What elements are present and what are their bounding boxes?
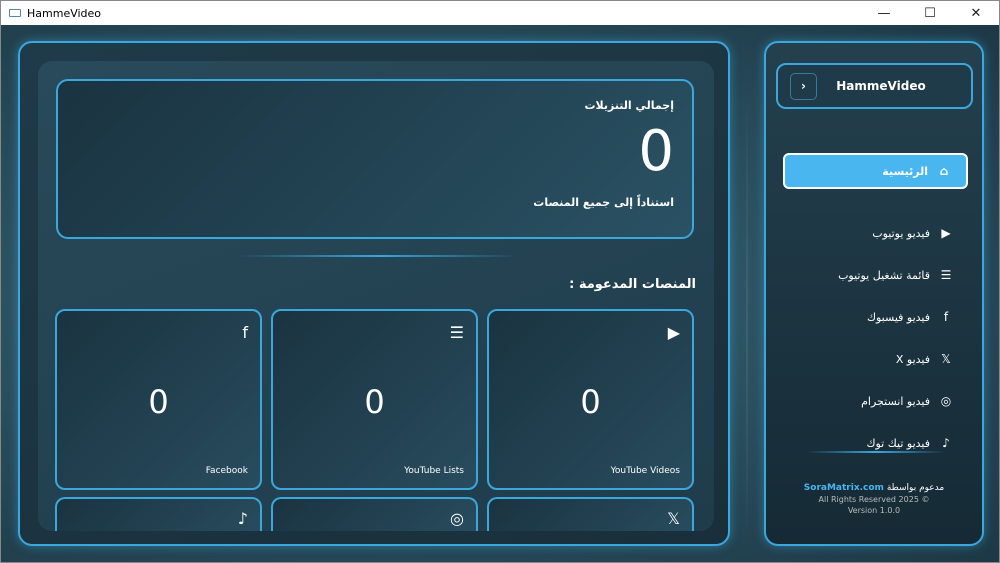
platform-count: 0 (148, 383, 169, 421)
instagram-icon: ◎ (450, 509, 464, 528)
sidebar-item-label: الرئيسية (882, 164, 928, 178)
brand-name: HammeVideo (836, 79, 926, 93)
sidebar-toggle-button[interactable]: › (790, 72, 817, 100)
app-client: إجمالي التنزيلات 0 استناداً إلى جميع الم… (0, 25, 1000, 563)
tiktok-icon: ♪ (237, 509, 248, 528)
x-icon: 𝕏 (941, 352, 951, 366)
list-icon: ☰ (449, 323, 464, 342)
home-icon: ⌂ (939, 164, 949, 178)
rights-text: All Rights Reserved 2025 © (818, 495, 930, 504)
window-title: HammeVideo (27, 6, 102, 20)
sidebar-item[interactable]: f فيديو فيسبوك (783, 299, 968, 335)
maximize-button[interactable]: ☐ (907, 6, 953, 21)
sidebar-item-label: فيديو فيسبوك (866, 310, 930, 324)
platform-card[interactable]: ◎ (271, 497, 478, 531)
total-downloads-label: إجمالي التنزيلات (584, 99, 674, 112)
platform-card[interactable]: 𝕏 (487, 497, 694, 531)
separator (746, 97, 748, 537)
facebook-icon: f (943, 310, 949, 324)
soramatrix-link[interactable]: SoraMatrix.com (804, 483, 884, 493)
list-icon: ☰ (940, 268, 952, 282)
powered-by-label: مدعوم بواسطة (886, 483, 945, 493)
app-icon (9, 9, 21, 17)
platform-name: Facebook (205, 466, 248, 476)
facebook-icon: f (242, 323, 248, 342)
youtube-icon: ▶ (941, 226, 951, 240)
platform-card[interactable]: ♪ (55, 497, 262, 531)
platform-name: YouTube Videos (610, 466, 680, 476)
divider (806, 451, 946, 453)
sidebar-item-label: قائمة تشغيل يوتيوب (838, 268, 930, 282)
platform-count: 0 (580, 383, 601, 421)
sidebar-item-label: فيديو تيك توك (866, 436, 930, 450)
divider (238, 255, 518, 257)
sidebar-item[interactable]: ⌂ الرئيسية (783, 153, 968, 189)
total-downloads-subtitle: استناداً إلى جميع المنصات (533, 196, 674, 209)
sidebar-footer: SoraMatrix.com مدعوم بواسطة All Rights R… (766, 483, 982, 516)
platform-card[interactable]: f 0 Facebook (55, 309, 262, 490)
total-downloads-value: 0 (638, 119, 674, 184)
title-bar: HammeVideo — ☐ ✕ (0, 0, 1000, 25)
sidebar: › HammeVideo ⌂ الرئيسية ▶ فيديو يوتيوب ☰ قائم… (764, 41, 984, 546)
main-panel: إجمالي التنزيلات 0 استناداً إلى جميع الم… (18, 41, 730, 546)
version-text: Version 1.0.0 (847, 506, 901, 515)
minimize-button[interactable]: — (861, 6, 907, 21)
platforms-title: المنصات المدعومة : (569, 277, 696, 292)
sidebar-item-label: فيديو X (895, 352, 930, 366)
close-button[interactable]: ✕ (953, 6, 999, 21)
sidebar-item[interactable]: 𝕏 فيديو X (783, 341, 968, 377)
platform-count: 0 (364, 383, 385, 421)
instagram-icon: ◎ (940, 394, 952, 408)
platform-card[interactable]: ☰ 0 YouTube Lists (271, 309, 478, 490)
sidebar-item-label: فيديو يوتيوب (872, 226, 930, 240)
sidebar-item[interactable]: ◎ فيديو انستجرام (783, 383, 968, 419)
tiktok-icon: ♪ (942, 436, 950, 450)
total-downloads-card: إجمالي التنزيلات 0 استناداً إلى جميع الم… (56, 79, 694, 239)
sidebar-item[interactable]: ♪ فيديو تيك توك (783, 425, 968, 461)
dashboard-scroll[interactable]: إجمالي التنزيلات 0 استناداً إلى جميع الم… (38, 61, 714, 531)
platform-name: YouTube Lists (404, 466, 464, 476)
brand-header: › HammeVideo (776, 63, 973, 109)
youtube-icon: ▶ (667, 323, 680, 342)
sidebar-item-label: فيديو انستجرام (861, 394, 930, 408)
sidebar-item[interactable]: ☰ قائمة تشغيل يوتيوب (783, 257, 968, 293)
sidebar-item[interactable]: ▶ فيديو يوتيوب (783, 215, 968, 251)
platform-card[interactable]: ▶ 0 YouTube Videos (487, 309, 694, 490)
x-icon: 𝕏 (667, 509, 680, 528)
